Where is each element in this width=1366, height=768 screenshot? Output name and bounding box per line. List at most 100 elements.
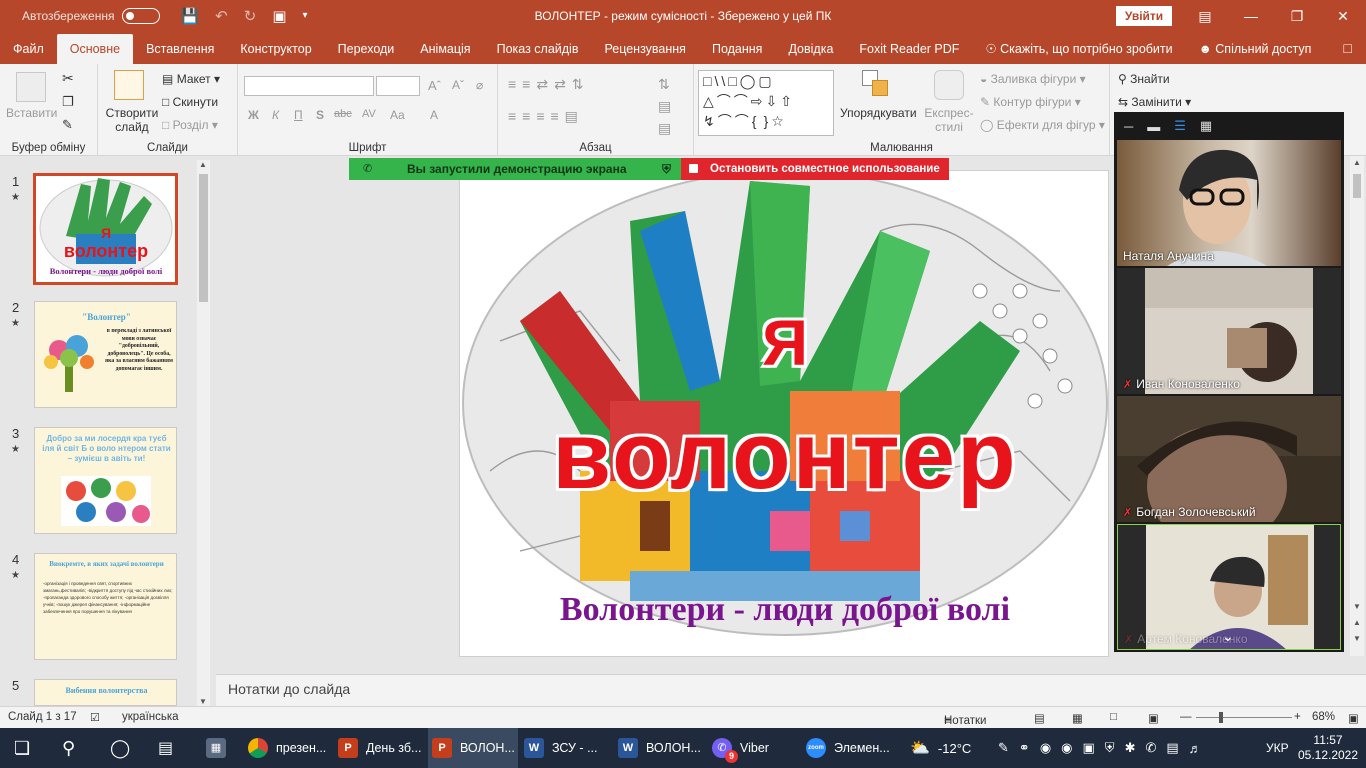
tab-help[interactable]: Довідка	[775, 34, 846, 64]
customize-toolbar-icon[interactable]: ▾	[303, 7, 308, 25]
zoom-slider-thumb[interactable]	[1219, 712, 1223, 723]
autosave-toggle[interactable]	[122, 8, 161, 24]
slide-thumbnail-4[interactable]: Виокремте, в яких задачі волонтери -орга…	[34, 553, 177, 660]
volume-icon[interactable]: ♬	[1189, 741, 1202, 756]
current-slide[interactable]: Я волонтер Волонтери - люди доброї волі	[459, 170, 1109, 657]
font-size-input[interactable]	[376, 76, 420, 96]
clear-format-icon[interactable]: ⌀	[476, 78, 483, 92]
task-view-icon[interactable]: ▤	[158, 728, 173, 768]
close-button[interactable]: ✕	[1320, 0, 1366, 32]
format-painter-icon[interactable]: ✎	[62, 117, 73, 133]
underline-button[interactable]: П	[294, 108, 303, 122]
shrink-font-icon[interactable]: Aˇ	[452, 78, 464, 92]
redo-icon[interactable]: ↻	[244, 7, 257, 25]
sign-in-button[interactable]: Увійти	[1116, 6, 1172, 26]
reset-button[interactable]: □ Скинути	[162, 95, 218, 109]
new-slide-button[interactable]: Створити слайд	[104, 106, 160, 134]
spellcheck-icon[interactable]: ☑	[90, 711, 100, 724]
tab-view[interactable]: Подання	[699, 34, 775, 64]
section-button[interactable]: □ Розділ ▾	[162, 118, 218, 132]
list-buttons-icon[interactable]: ≡≡⇄⇄⇅	[508, 76, 590, 93]
network-icon[interactable]: ▤	[1166, 740, 1178, 756]
slide-scrollbar[interactable]: ▲ ▼ ▲ ▼	[1350, 156, 1364, 656]
scroll-down-icon[interactable]: ▼	[1353, 602, 1361, 611]
tab-file[interactable]: Файл	[0, 34, 57, 64]
chevron-down-icon[interactable]: ⌄	[1222, 628, 1234, 645]
strip-view-icon[interactable]: ☰	[1174, 118, 1186, 134]
weather-widget[interactable]: ⛅ -12°C	[910, 728, 971, 768]
comments-icon[interactable]: □	[1344, 40, 1352, 56]
scroll-down-icon[interactable]: ▼	[199, 697, 207, 706]
share-button[interactable]: ☻ Спільний доступ	[1186, 34, 1325, 64]
save-icon[interactable]: 💾	[180, 7, 199, 25]
calculator-icon[interactable]: ▦	[206, 728, 226, 768]
notes-pane[interactable]: Нотатки до слайда	[216, 674, 1366, 706]
speaker-view-icon[interactable]: ▬	[1147, 119, 1160, 134]
zoom-slider[interactable]	[1196, 717, 1292, 718]
minimize-button[interactable]: —	[1228, 0, 1274, 32]
scroll-up-icon[interactable]: ▲	[1353, 158, 1361, 167]
zoom-level[interactable]: 68%	[1312, 711, 1335, 723]
taskbar-item-powerpoint[interactable]: P День зб...	[338, 728, 422, 768]
tab-slideshow[interactable]: Показ слайдів	[484, 34, 592, 64]
slide-thumbnail-1[interactable]: Я волонтер Волонтери - люди доброї волі	[33, 173, 178, 285]
tab-animations[interactable]: Анімація	[407, 34, 483, 64]
tab-review[interactable]: Рецензування	[591, 34, 698, 64]
shadow-icon[interactable]: S	[316, 108, 324, 122]
ribbon-display-icon[interactable]: ▤	[1182, 0, 1228, 32]
bluetooth-icon[interactable]: ✱	[1125, 740, 1136, 756]
paint-icon[interactable]: ◉	[1040, 740, 1051, 756]
shield-tray-icon[interactable]: ⛨	[1105, 740, 1115, 756]
tab-foxit[interactable]: Foxit Reader PDF	[846, 34, 972, 64]
alignment-buttons-icon[interactable]: ≡≡≡≡▤	[508, 108, 584, 125]
video-tile-active-speaker[interactable]: ✗ Артем Коноваленко ⌄	[1117, 524, 1341, 650]
text-direction-icon[interactable]: ⇅	[658, 76, 670, 93]
video-tile[interactable]: Наталя Анучина	[1117, 140, 1341, 266]
grow-font-icon[interactable]: Aˆ	[428, 78, 441, 93]
taskbar-item-viber[interactable]: ✆ 9 Viber	[712, 728, 796, 768]
taskbar-item-zoom[interactable]: zoom Элемен...	[806, 728, 894, 768]
zoom-out-button[interactable]: —	[1180, 711, 1192, 723]
prev-slide-icon[interactable]: ▲	[1353, 618, 1361, 627]
clock[interactable]: 11:57 05.12.2022	[1298, 728, 1358, 768]
taskbar-item-powerpoint-active[interactable]: P ВОЛОН...	[428, 728, 518, 768]
quick-styles-icon[interactable]	[934, 70, 964, 100]
slideshow-view-icon[interactable]: ▣	[1148, 711, 1159, 725]
search-icon[interactable]: ⚲	[62, 728, 75, 768]
smartart-icon[interactable]: ▤	[658, 120, 671, 137]
arrange-button[interactable]: Упорядкувати	[840, 106, 917, 120]
new-slide-icon[interactable]	[114, 70, 144, 100]
tab-transitions[interactable]: Переходи	[325, 34, 408, 64]
gallery-view-icon[interactable]: ▦	[1200, 118, 1212, 134]
next-slide-icon[interactable]: ▼	[1353, 634, 1361, 643]
scroll-thumb[interactable]	[199, 174, 208, 302]
italic-button[interactable]: К	[272, 108, 279, 122]
undo-icon[interactable]: ↶	[215, 7, 228, 25]
find-button[interactable]: ⚲ Знайти	[1118, 72, 1170, 86]
tell-me-box[interactable]: ☉ Скажіть, що потрібно зробити	[972, 34, 1185, 64]
font-name-input[interactable]	[244, 76, 374, 96]
change-case-button[interactable]: Aa	[390, 108, 405, 122]
app-tray-icon[interactable]: ▣	[1083, 740, 1095, 756]
align-text-icon[interactable]: ▤	[658, 98, 671, 115]
zoom-tray-icon[interactable]: ◉	[1061, 740, 1072, 756]
shape-fill-button[interactable]: ◒ Заливка фігури ▾	[980, 72, 1086, 86]
shapes-gallery[interactable]: □\\□◯▢ △⌒⌒⇨⇩⇧ ↯⌒⌒{ }☆	[698, 70, 834, 136]
scroll-thumb[interactable]	[1353, 174, 1361, 198]
tab-insert[interactable]: Вставлення	[133, 34, 227, 64]
shape-effects-button[interactable]: ◯ Ефекти для фігур ▾	[980, 118, 1105, 132]
microphone-icon[interactable]: ⚭	[1019, 740, 1030, 756]
slide-thumbnail-5[interactable]: Вибення волонтерства	[34, 679, 177, 706]
normal-view-icon[interactable]: ▤	[1034, 711, 1045, 725]
cortana-icon[interactable]: ◯	[110, 728, 130, 768]
video-tile[interactable]: ✗ Иван Коноваленко	[1117, 268, 1341, 394]
thumbnails-scrollbar[interactable]: ▲ ▼	[197, 160, 210, 706]
stop-share-button[interactable]: Остановить совместное использование	[681, 158, 949, 180]
cut-icon[interactable]: ✂	[62, 70, 74, 87]
fit-to-window-icon[interactable]: ▣	[1348, 711, 1359, 725]
autosave-control[interactable]: Автозбереження	[22, 8, 161, 24]
font-color-button[interactable]: A	[430, 108, 438, 122]
arrange-icon[interactable]	[862, 70, 892, 100]
taskbar-item-word[interactable]: W ЗСУ - ...	[524, 728, 608, 768]
taskbar-item-word[interactable]: W ВОЛОН...	[618, 728, 702, 768]
